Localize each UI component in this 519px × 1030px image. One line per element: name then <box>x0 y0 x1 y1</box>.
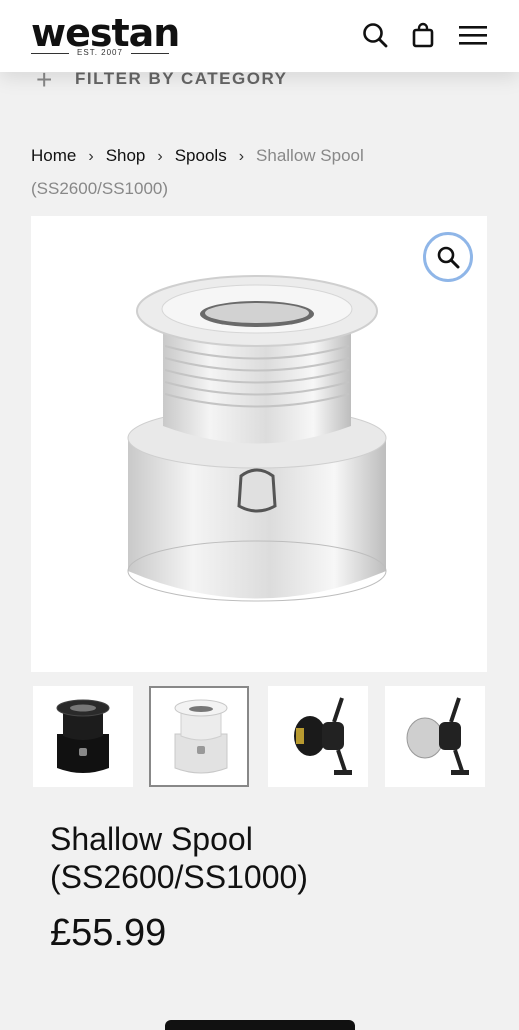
breadcrumb-shop[interactable]: Shop <box>106 146 146 165</box>
magnifier-icon <box>437 246 460 269</box>
logo[interactable]: westan EST. 2007 <box>31 10 180 60</box>
chevron-right-icon: › <box>88 148 94 165</box>
filter-label: FILTER BY CATEGORY <box>75 69 288 88</box>
add-to-cart-button[interactable] <box>165 1020 355 1030</box>
chevron-right-icon: › <box>157 148 163 165</box>
thumbnail-black-spool[interactable] <box>33 686 133 787</box>
thumbnail-reel-black[interactable] <box>268 686 368 787</box>
silver-spool-image <box>127 275 387 602</box>
search-icon[interactable] <box>360 20 390 50</box>
thumbnail-silver-spool[interactable] <box>149 686 249 787</box>
product-main-image[interactable] <box>31 216 487 672</box>
site-header: westan EST. 2007 <box>0 0 519 72</box>
logo-divider-right <box>131 53 169 54</box>
breadcrumb-home[interactable]: Home <box>31 146 76 165</box>
menu-icon[interactable] <box>458 20 488 50</box>
breadcrumb: Home › Shop › Spools › Shallow Spool (SS2600/S… <box>31 140 451 205</box>
zoom-button[interactable] <box>423 232 473 282</box>
chevron-right-icon: › <box>238 148 245 165</box>
thumbnail-strip <box>33 686 489 790</box>
shopping-bag-icon[interactable] <box>408 20 438 50</box>
product-title: Shallow Spool (SS2600/SS1000) <box>50 821 308 895</box>
breadcrumb-spools[interactable]: Spools <box>175 146 227 165</box>
thumbnail-reel-silver[interactable] <box>385 686 485 787</box>
product-price: £55.99 <box>50 912 167 954</box>
